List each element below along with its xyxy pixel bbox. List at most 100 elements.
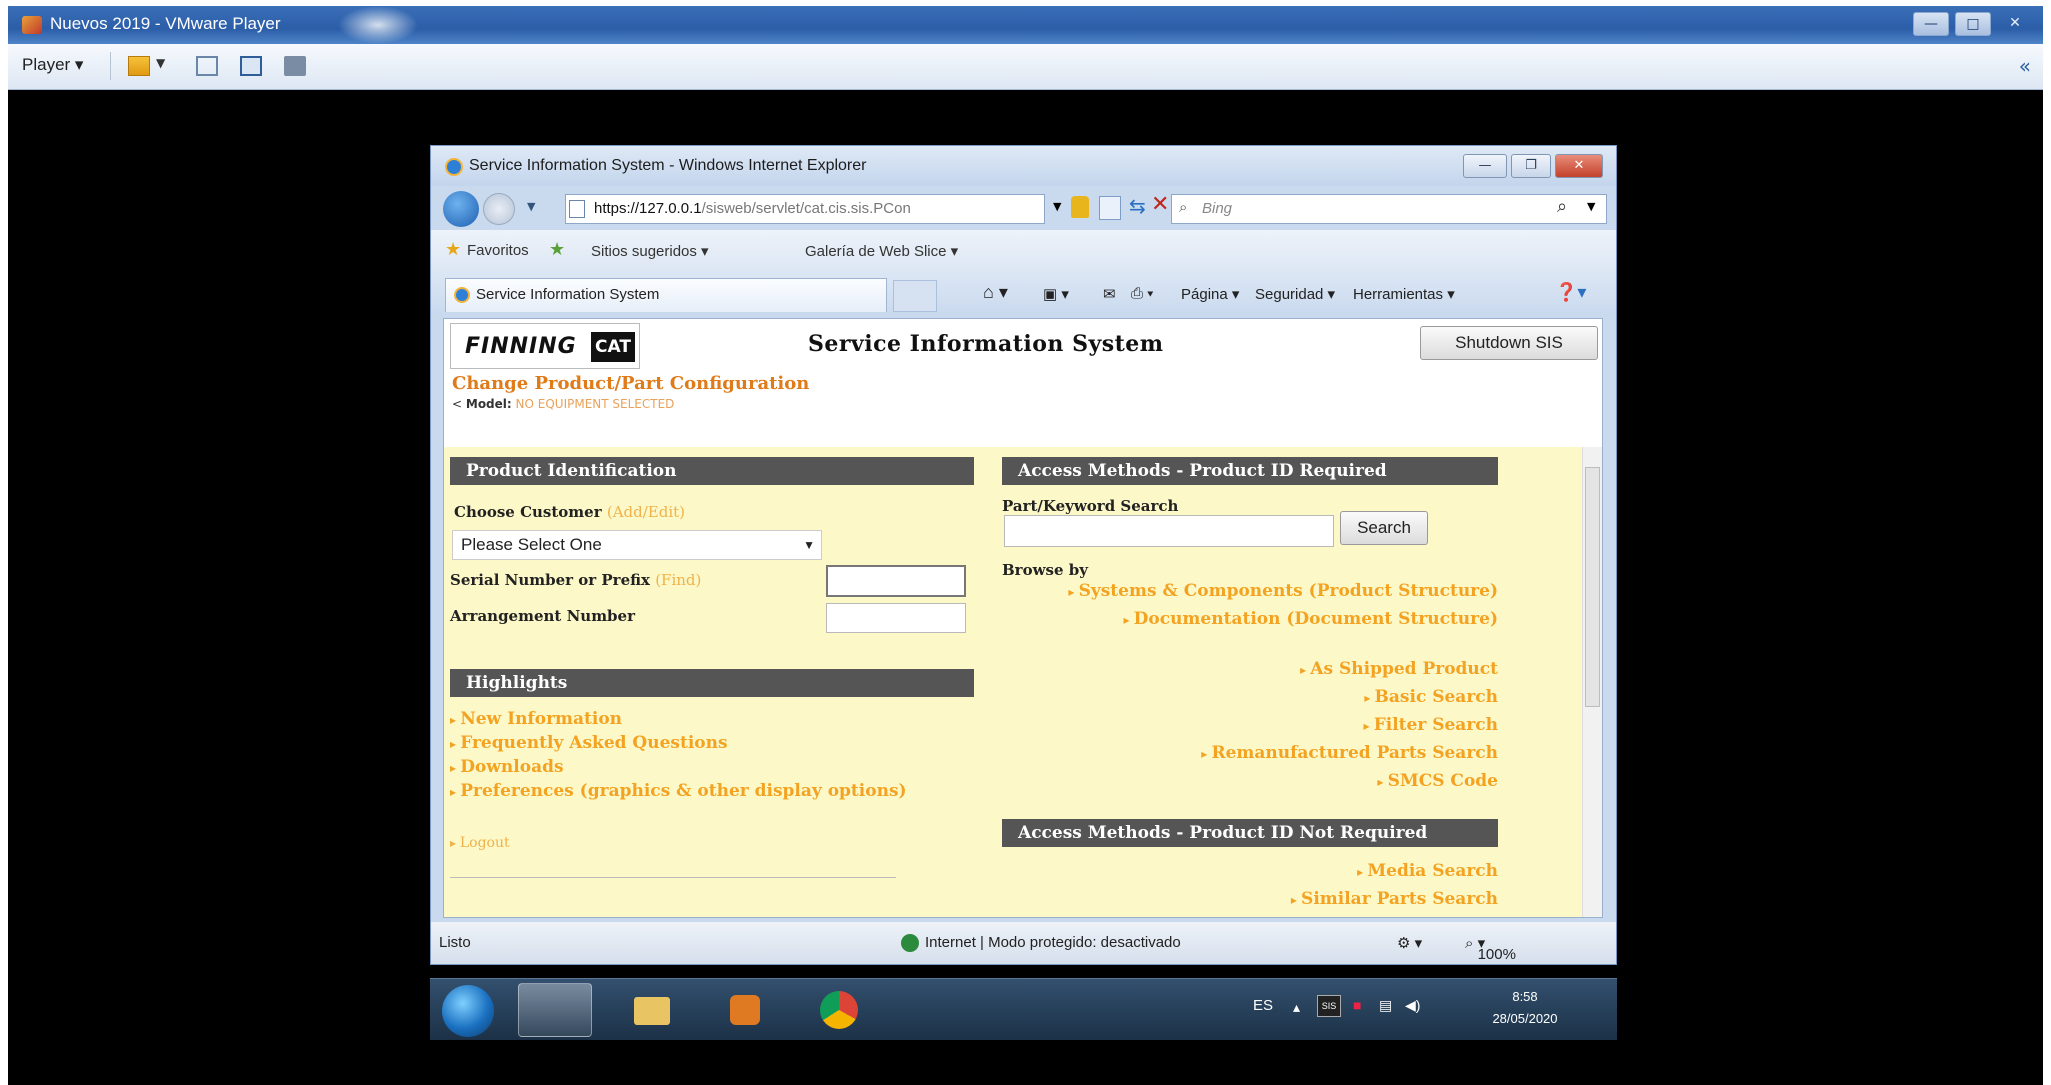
player-menu[interactable]: Player ▾ (22, 55, 83, 75)
select-arrow-icon: ▼ (803, 538, 815, 552)
compat-view-icon[interactable] (1099, 196, 1121, 220)
toolbar-divider (110, 52, 111, 80)
documentation-link[interactable]: Documentation (Document Structure) (1002, 609, 1498, 629)
divider (450, 877, 896, 878)
change-product-link[interactable]: Change Product/Part Configuration (452, 373, 809, 394)
taskbar-media-player-icon[interactable] (708, 983, 782, 1037)
reman-parts-search-link[interactable]: Remanufactured Parts Search (1002, 743, 1498, 763)
taskbar-ie-icon[interactable] (518, 983, 592, 1037)
clock-date[interactable]: 28/05/2020 (1475, 1011, 1575, 1026)
collapse-chevron-icon[interactable]: « (2019, 54, 2031, 78)
ie-minimize-button[interactable]: — (1463, 154, 1507, 178)
ie-restore-button[interactable]: ❐ (1511, 154, 1551, 178)
search-input[interactable]: Bing (1171, 194, 1607, 224)
media-search-link[interactable]: Media Search (1002, 861, 1498, 881)
home-icon[interactable]: ⌂ ▾ (983, 282, 1008, 303)
add-favorite-icon[interactable]: ★ (549, 239, 565, 260)
vm-close-button[interactable]: ✕ (1997, 12, 2033, 36)
taskbar-explorer-icon[interactable] (614, 983, 688, 1037)
pause-dropdown-icon[interactable]: ▼ (156, 56, 165, 70)
lock-icon[interactable] (1071, 196, 1089, 218)
forward-button-icon[interactable] (483, 193, 515, 225)
ie-window: Service Information System - Windows Int… (430, 145, 1617, 965)
browse-by-label: Browse by (1002, 561, 1088, 579)
mail-icon[interactable]: ✉ (1103, 285, 1116, 303)
smcs-code-link[interactable]: SMCS Code (1002, 771, 1498, 791)
vm-maximize-button[interactable]: □ (1955, 12, 1991, 36)
find-serial-link[interactable]: (Find) (655, 571, 701, 589)
zoom-level[interactable]: ⌕ 100% ▾ (1465, 934, 1516, 963)
similar-parts-search-link[interactable]: Similar Parts Search (1002, 889, 1498, 909)
zoom-value: 100% (1477, 946, 1516, 963)
url-field[interactable]: https://127.0.0.1/sisweb/servlet/cat.cis… (565, 194, 1045, 224)
antivirus-icon[interactable]: ■ (1353, 997, 1361, 1013)
windows-taskbar: ES ▴ SIS ■ ▤ ◀) 8:58 28/05/2020 (430, 978, 1617, 1040)
systems-components-link[interactable]: Systems & Components (Product Structure) (1002, 581, 1498, 601)
vmware-app-icon (22, 16, 42, 34)
preferences-link[interactable]: Preferences (graphics & other display op… (450, 781, 906, 801)
refresh-icon[interactable]: ⇆ (1129, 194, 1146, 218)
url-host: https://127.0.0.1 (594, 200, 702, 217)
unity-icon[interactable] (284, 56, 306, 76)
sis-tray-icon[interactable]: SIS (1317, 995, 1341, 1017)
add-edit-customer-link[interactable]: (Add/Edit) (607, 503, 685, 521)
favorites-button[interactable]: Favoritos (467, 242, 529, 259)
filter-search-link[interactable]: Filter Search (1002, 715, 1498, 735)
basic-search-link[interactable]: Basic Search (1002, 687, 1498, 707)
search-dropdown-icon[interactable]: ▼ (1587, 200, 1595, 213)
customer-select[interactable]: Please Select One ▼ (452, 530, 822, 560)
security-menu[interactable]: Seguridad ▾ (1255, 285, 1335, 303)
search-placeholder: Bing (1202, 200, 1233, 217)
network-icon[interactable]: ▤ (1379, 997, 1392, 1014)
tab-ie-icon (454, 287, 470, 303)
vm-minimize-button[interactable]: — (1913, 12, 1949, 36)
tab-service-information-system[interactable]: Service Information System (445, 278, 887, 312)
start-button-icon[interactable] (442, 985, 494, 1037)
shutdown-sis-button[interactable]: Shutdown SIS (1420, 326, 1598, 360)
print-icon[interactable]: ⎙ ▾ (1131, 285, 1153, 302)
send-ctrl-alt-del-icon[interactable] (196, 56, 218, 76)
language-indicator[interactable]: ES (1253, 997, 1273, 1014)
history-dropdown-icon[interactable]: ▼ (527, 200, 535, 213)
stop-icon[interactable]: ✕ (1151, 192, 1169, 217)
arrangement-number-input[interactable] (826, 603, 966, 633)
finning-logo-text: FINNING (465, 334, 577, 359)
feeds-icon[interactable]: ▣ ▾ (1043, 285, 1069, 303)
back-button-icon[interactable] (443, 191, 479, 227)
serial-number-input[interactable] (826, 565, 966, 597)
fullscreen-icon[interactable] (240, 56, 262, 76)
suggested-sites-link[interactable]: Sitios sugeridos ▾ (591, 242, 709, 260)
product-identification-header: Product Identification (450, 457, 974, 485)
part-keyword-input[interactable] (1004, 515, 1334, 547)
show-hidden-icons[interactable]: ▴ (1293, 999, 1300, 1016)
taskbar-chrome-icon[interactable] (802, 983, 876, 1037)
page-menu[interactable]: Página ▾ (1181, 285, 1239, 303)
search-button[interactable]: Search (1340, 511, 1428, 545)
tab-row: Service Information System ⌂ ▾ ▣ ▾ ✉ ⎙ ▾… (431, 272, 1616, 316)
clock-time[interactable]: 8:58 (1475, 989, 1575, 1004)
search-go-icon[interactable]: ⌕ (1557, 196, 1567, 217)
volume-icon[interactable]: ◀) (1405, 997, 1420, 1014)
scrollbar-thumb[interactable] (1585, 467, 1600, 707)
tools-menu[interactable]: Herramientas ▾ (1353, 285, 1455, 303)
new-information-link[interactable]: New Information (450, 709, 622, 729)
url-dropdown-icon[interactable]: ▼ (1053, 200, 1061, 213)
faq-link[interactable]: Frequently Asked Questions (450, 733, 727, 753)
protected-mode-icon[interactable]: ⚙ ▾ (1397, 934, 1422, 952)
web-slice-gallery-link[interactable]: Galería de Web Slice ▾ (805, 242, 958, 260)
model-value: NO EQUIPMENT SELECTED (515, 397, 675, 411)
titlebar-glow (338, 6, 418, 44)
access-required-header: Access Methods - Product ID Required (1002, 457, 1498, 485)
ie-close-button[interactable]: ✕ (1555, 154, 1603, 178)
logout-link[interactable]: Logout (450, 835, 510, 851)
downloads-link[interactable]: Downloads (450, 757, 563, 777)
vertical-scrollbar[interactable] (1582, 447, 1602, 917)
as-shipped-product-link[interactable]: As Shipped Product (1002, 659, 1498, 679)
model-line: < Model: NO EQUIPMENT SELECTED (452, 397, 675, 411)
pause-icon[interactable] (128, 56, 150, 76)
sis-content: Product Identification Choose Customer (… (444, 447, 1584, 917)
url-path: /sisweb/servlet/cat.cis.sis.PCon (701, 200, 911, 217)
page-icon (569, 200, 585, 218)
help-icon[interactable]: ❓▾ (1555, 282, 1586, 303)
new-tab-button[interactable] (893, 280, 937, 312)
